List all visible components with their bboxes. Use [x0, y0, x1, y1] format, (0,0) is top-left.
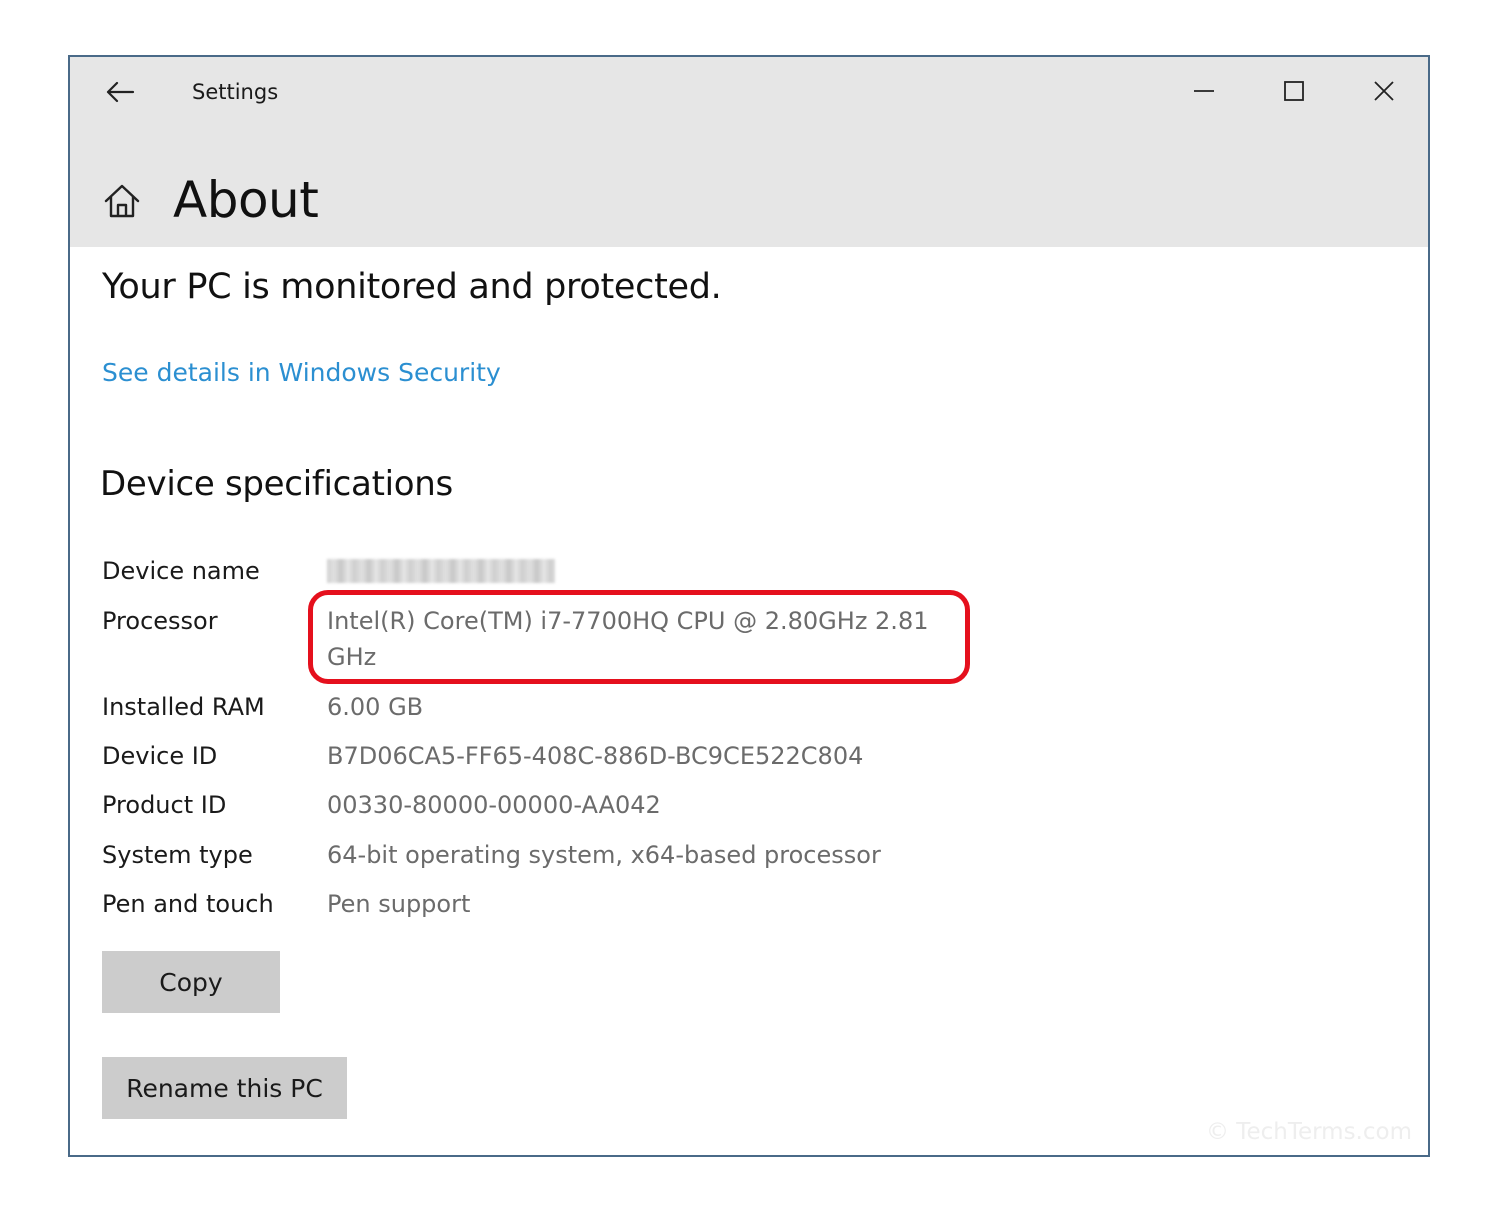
- product-id-value: 00330-80000-00000-AA042: [327, 791, 661, 819]
- device-name-label: Device name: [102, 557, 260, 585]
- device-id-label: Device ID: [102, 742, 218, 770]
- pen-touch-label: Pen and touch: [102, 890, 274, 918]
- window-title: Settings: [192, 80, 279, 104]
- maximize-button[interactable]: [1264, 69, 1324, 113]
- device-name-value-blurred: [327, 559, 555, 583]
- rename-pc-button[interactable]: Rename this PC: [102, 1057, 347, 1119]
- windows-security-link[interactable]: See details in Windows Security: [102, 353, 501, 393]
- copy-button[interactable]: Copy: [102, 951, 280, 1013]
- processor-label: Processor: [102, 607, 218, 635]
- close-button[interactable]: [1354, 69, 1414, 113]
- settings-window: Settings About Your PC is monitored and …: [68, 55, 1430, 1157]
- minimize-icon: [1194, 90, 1214, 92]
- maximize-icon: [1284, 81, 1304, 101]
- title-bar: Settings About: [70, 57, 1428, 247]
- back-arrow-icon: [106, 81, 135, 103]
- device-specifications-heading: Device specifications: [100, 464, 453, 504]
- pen-touch-value: Pen support: [327, 890, 471, 918]
- security-status-text: Your PC is monitored and protected.: [102, 267, 722, 307]
- processor-value: Intel(R) Core(TM) i7-7700HQ CPU @ 2.80GH…: [327, 607, 929, 671]
- device-id-value: B7D06CA5-FF65-408C-886D-BC9CE522C804: [327, 742, 864, 770]
- system-type-label: System type: [102, 841, 253, 869]
- close-icon: [1374, 81, 1394, 101]
- watermark: © TechTerms.com: [1206, 1119, 1412, 1145]
- product-id-label: Product ID: [102, 791, 227, 819]
- installed-ram-value: 6.00 GB: [327, 693, 424, 721]
- installed-ram-label: Installed RAM: [102, 693, 265, 721]
- back-button[interactable]: [100, 75, 140, 109]
- system-type-value: 64-bit operating system, x64-based proce…: [327, 841, 881, 869]
- home-icon[interactable]: [102, 181, 142, 221]
- minimize-button[interactable]: [1174, 69, 1234, 113]
- page-title: About: [173, 171, 319, 229]
